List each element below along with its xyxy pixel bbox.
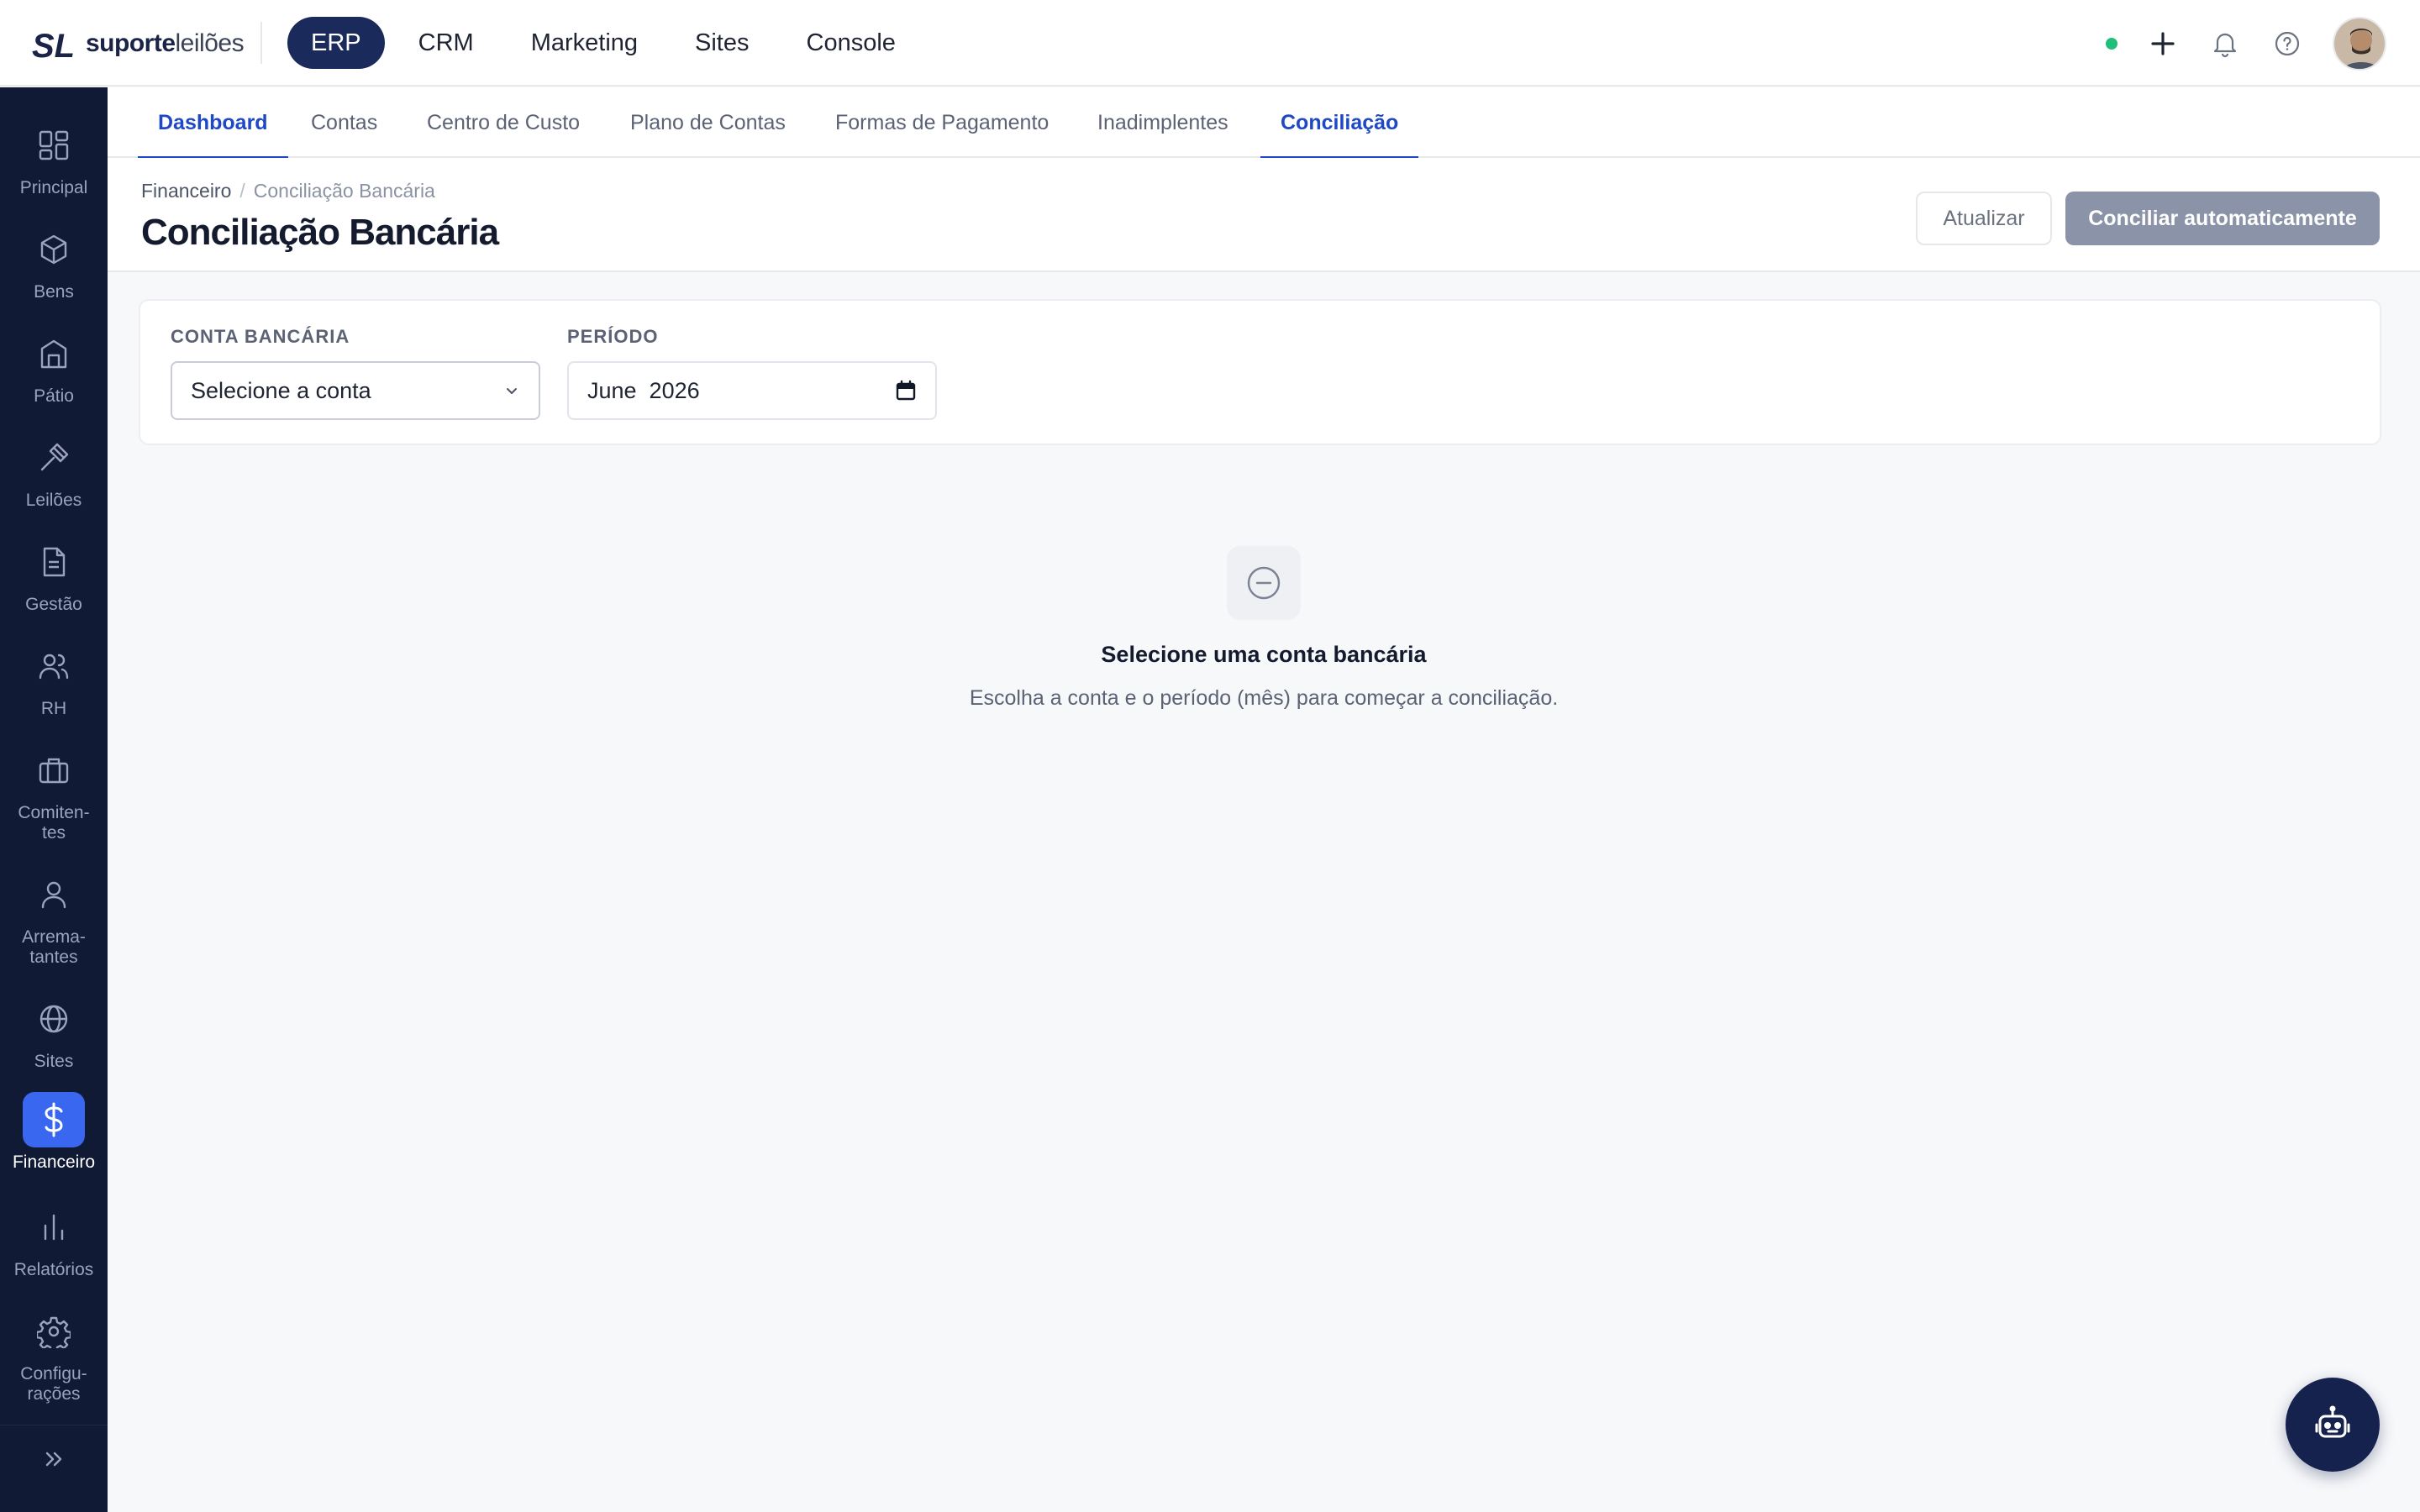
sidebar-item-sites[interactable]: Sites xyxy=(0,991,108,1072)
minus-circle-icon xyxy=(1227,546,1301,620)
sidebar-item-relatorios[interactable]: Relatórios xyxy=(0,1200,108,1280)
chevrons-right-icon xyxy=(45,1452,62,1466)
brand-logo[interactable]: SL suporteleilões xyxy=(32,24,245,64)
plus-icon[interactable] xyxy=(2146,27,2180,60)
dollar-icon xyxy=(23,1092,85,1147)
bell-icon[interactable] xyxy=(2208,27,2242,60)
sidebar-item-label: Sites xyxy=(34,1052,74,1071)
grid-icon xyxy=(23,118,85,173)
top-nav-erp[interactable]: ERP xyxy=(287,17,385,69)
sidebar-item-leiloes[interactable]: Leilões xyxy=(0,430,108,511)
briefcase-icon xyxy=(23,743,85,798)
box-icon xyxy=(23,222,85,277)
sidebar-item-gestao[interactable]: Gestão xyxy=(0,534,108,615)
sidebar-item-arrematantes[interactable]: Arrema- tantes xyxy=(0,867,108,968)
tab-centro-de-custo[interactable]: Centro de Custo xyxy=(427,87,580,158)
empty-state-title: Selecione uma conta bancária xyxy=(1101,642,1427,667)
gavel-icon xyxy=(23,430,85,486)
breadcrumb-link-financeiro[interactable]: Financeiro xyxy=(141,180,231,202)
help-icon[interactable] xyxy=(2270,27,2304,60)
tab-dashboard[interactable]: Dashboard xyxy=(138,87,288,160)
users-icon xyxy=(23,638,85,694)
refresh-button[interactable]: Atualizar xyxy=(1916,192,2052,245)
sidebar-item-label: Principal xyxy=(19,178,88,197)
tab-inadimplentes[interactable]: Inadimplentes xyxy=(1097,87,1228,158)
document-icon xyxy=(23,534,85,590)
period-month-value: June 2026 xyxy=(587,377,700,403)
brand-mark-icon: SL xyxy=(32,28,75,64)
top-nav-sites[interactable]: Sites xyxy=(671,17,772,69)
sidebar-item-label: Gestão xyxy=(25,595,82,614)
brand-name: suporteleilões xyxy=(86,29,245,57)
sidebar-item-label: Pátio xyxy=(34,386,74,406)
user-icon xyxy=(23,867,85,922)
top-nav-crm[interactable]: CRM xyxy=(395,17,497,69)
breadcrumb-separator: / xyxy=(239,180,245,202)
tab-contas[interactable]: Contas xyxy=(311,87,377,158)
sidebar-item-label: Configu- rações xyxy=(20,1364,87,1404)
sidebar-item-comitentes[interactable]: Comiten- tes xyxy=(0,743,108,843)
filter-card: CONTA BANCÁRIA Selecione a conta PERÍODO… xyxy=(139,299,2381,445)
tab-plano-de-contas[interactable]: Plano de Contas xyxy=(630,87,786,158)
sidebar-item-financeiro[interactable]: Financeiro xyxy=(0,1092,108,1173)
user-avatar[interactable] xyxy=(2333,17,2386,71)
status-online-indicator xyxy=(2106,38,2118,50)
top-nav-marketing[interactable]: Marketing xyxy=(508,17,661,69)
sidebar-item-label: Leilões xyxy=(25,491,82,510)
bank-account-select-value: Selecione a conta xyxy=(191,377,371,403)
globe-icon xyxy=(23,991,85,1047)
tab-formas-de-pagamento[interactable]: Formas de Pagamento xyxy=(835,87,1049,158)
top-bar: SL suporteleilões ERP CRM Marketing Site… xyxy=(0,0,2420,87)
sidebar-expand-button[interactable] xyxy=(0,1425,108,1492)
sidebar-item-label: RH xyxy=(40,699,67,718)
sidebar-item-label: Bens xyxy=(34,282,74,302)
period-month-input[interactable]: June 2026 xyxy=(567,361,937,420)
sidebar-item-label: Comiten- tes xyxy=(18,803,90,843)
period-field-label: PERÍODO xyxy=(567,326,659,347)
top-nav-console[interactable]: Console xyxy=(783,17,919,69)
page-title: Conciliação Bancária xyxy=(141,212,499,253)
breadcrumb-current: Conciliação Bancária xyxy=(253,180,435,202)
sidebar-item-label: Arrema- tantes xyxy=(22,927,86,967)
top-nav: ERP CRM Marketing Sites Console xyxy=(287,17,919,69)
top-actions xyxy=(2106,17,2386,71)
sidebar-item-label: Financeiro xyxy=(12,1152,96,1172)
empty-state-subtitle: Escolha a conta e o período (mês) para c… xyxy=(969,686,1559,710)
svg-text:SL: SL xyxy=(32,28,75,64)
building-icon xyxy=(23,326,85,381)
chevron-down-icon xyxy=(507,388,517,394)
sub-tabs: Dashboard Contas Centro de Custo Plano d… xyxy=(108,87,2420,160)
bank-account-select[interactable]: Selecione a conta xyxy=(171,361,540,420)
sidebar-item-bens[interactable]: Bens xyxy=(0,222,108,302)
sidebar-item-patio[interactable]: Pátio xyxy=(0,326,108,407)
assistant-bot-button[interactable] xyxy=(2286,1378,2380,1472)
gear-icon xyxy=(23,1304,85,1359)
logo-divider xyxy=(260,22,262,64)
robot-icon xyxy=(2315,1405,2350,1438)
bar-chart-icon xyxy=(23,1200,85,1255)
tab-conciliacao[interactable]: Conciliação xyxy=(1260,87,1419,160)
page-header: Financeiro / Conciliação Bancária Concil… xyxy=(108,158,2420,272)
sidebar-item-rh[interactable]: RH xyxy=(0,638,108,719)
auto-reconcile-button[interactable]: Conciliar automaticamente xyxy=(2065,192,2380,245)
empty-state: Selecione uma conta bancária Escolha a c… xyxy=(108,546,2420,711)
breadcrumb: Financeiro / Conciliação Bancária xyxy=(141,180,435,202)
sidebar: Principal Bens Pátio Leilões Gestão RH C… xyxy=(0,87,108,1512)
calendar-icon[interactable] xyxy=(895,380,917,402)
sidebar-item-label: Relatórios xyxy=(13,1260,94,1279)
account-field-label: CONTA BANCÁRIA xyxy=(171,326,350,347)
sidebar-item-principal[interactable]: Principal xyxy=(0,118,108,198)
sidebar-item-configuracoes[interactable]: Configu- rações xyxy=(0,1304,108,1404)
